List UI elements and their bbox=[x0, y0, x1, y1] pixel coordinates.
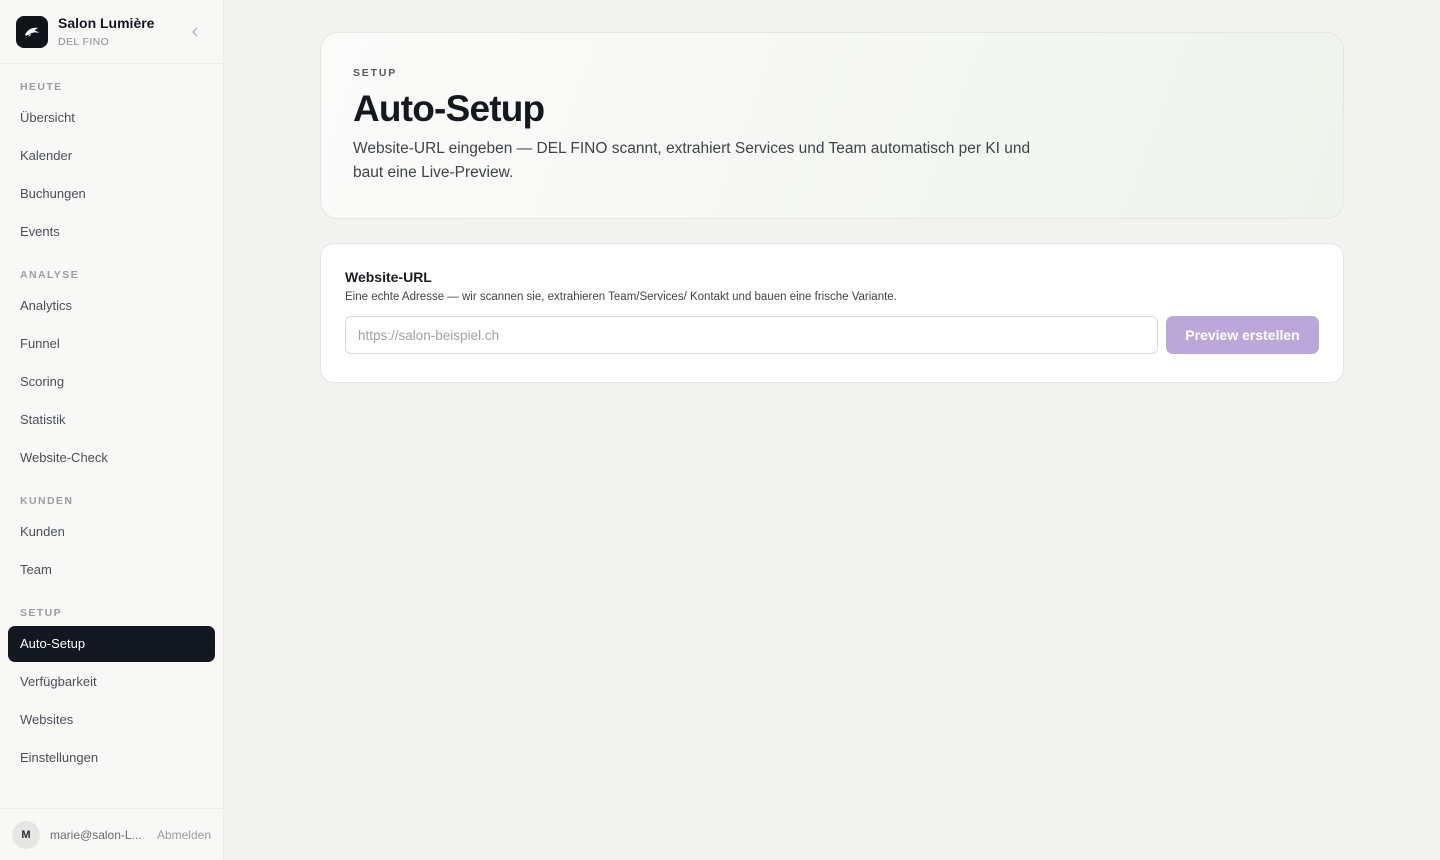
sidebar-item-website-check[interactable]: Website-Check bbox=[8, 440, 215, 476]
website-url-help: Eine echte Adresse — wir scannen sie, ex… bbox=[345, 291, 897, 303]
user-bar: M marie@salon-L... Abmelden bbox=[0, 808, 223, 860]
app-root: Salon Lumière DEL FINO HEUTE Übersicht K… bbox=[0, 0, 1440, 860]
nav-heading: SETUP bbox=[20, 607, 63, 619]
nav-heading: HEUTE bbox=[20, 81, 63, 93]
sidebar-item-websites[interactable]: Websites bbox=[8, 702, 215, 738]
preview-create-button[interactable]: Preview erstellen bbox=[1166, 316, 1319, 354]
dolphin-logo-icon bbox=[16, 15, 48, 48]
avatar[interactable]: M bbox=[12, 820, 40, 849]
main-content: SETUP Auto-Setup Website-URL eingeben — … bbox=[224, 0, 1440, 860]
sidebar-item-buchungen[interactable]: Buchungen bbox=[8, 176, 215, 212]
chevron-left-icon bbox=[192, 27, 198, 37]
sidebar-item-verfuegbarkeit[interactable]: Verfügbarkeit bbox=[8, 664, 215, 700]
sidebar: Salon Lumière DEL FINO HEUTE Übersicht K… bbox=[0, 0, 224, 860]
sidebar-item-auto-setup[interactable]: Auto-Setup bbox=[8, 626, 215, 662]
sidebar-item-scoring[interactable]: Scoring bbox=[8, 364, 215, 400]
sidebar-nav: HEUTE Übersicht Kalender Buchungen Event… bbox=[0, 64, 223, 860]
logout-link[interactable]: Abmelden bbox=[157, 828, 211, 842]
sidebar-item-team[interactable]: Team bbox=[8, 552, 215, 588]
collapse-sidebar-button[interactable] bbox=[187, 24, 203, 40]
nav-section-analyse: ANALYSE Analytics Funnel Scoring Statist… bbox=[0, 262, 223, 476]
brand-name: Salon Lumière bbox=[58, 15, 155, 31]
sidebar-item-statistik[interactable]: Statistik bbox=[8, 402, 215, 438]
page-description: Website-URL eingeben — DEL FINO scannt, … bbox=[353, 140, 1031, 181]
sidebar-item-einstellungen[interactable]: Einstellungen bbox=[8, 740, 215, 776]
nav-section-kunden: KUNDEN Kunden Team bbox=[0, 488, 223, 588]
url-input-row: Preview erstellen bbox=[345, 316, 1319, 354]
sidebar-item-kunden[interactable]: Kunden bbox=[8, 514, 215, 550]
nav-heading: KUNDEN bbox=[20, 495, 74, 507]
nav-section-heute: HEUTE Übersicht Kalender Buchungen Event… bbox=[0, 74, 223, 250]
website-url-input[interactable] bbox=[345, 316, 1158, 354]
hero-card: SETUP Auto-Setup Website-URL eingeben — … bbox=[320, 32, 1344, 219]
brand-header: Salon Lumière DEL FINO bbox=[0, 0, 223, 64]
nav-section-setup: SETUP Auto-Setup Verfügbarkeit Websites … bbox=[0, 600, 223, 776]
page-eyebrow: SETUP bbox=[353, 67, 398, 79]
sidebar-item-funnel[interactable]: Funnel bbox=[8, 326, 215, 362]
page-title: Auto-Setup bbox=[353, 88, 545, 129]
sidebar-item-uebersicht[interactable]: Übersicht bbox=[8, 100, 215, 136]
sidebar-item-analytics[interactable]: Analytics bbox=[8, 288, 215, 324]
website-url-label: Website-URL bbox=[345, 269, 432, 285]
nav-heading: ANALYSE bbox=[20, 269, 80, 281]
sidebar-item-kalender[interactable]: Kalender bbox=[8, 138, 215, 174]
user-email: marie@salon-L... bbox=[50, 827, 142, 842]
website-url-card: Website-URL Eine echte Adresse — wir sca… bbox=[320, 243, 1344, 383]
sidebar-item-events[interactable]: Events bbox=[8, 214, 215, 250]
brand-text: Salon Lumière DEL FINO bbox=[58, 15, 154, 48]
brand-subtitle: DEL FINO bbox=[58, 36, 110, 48]
